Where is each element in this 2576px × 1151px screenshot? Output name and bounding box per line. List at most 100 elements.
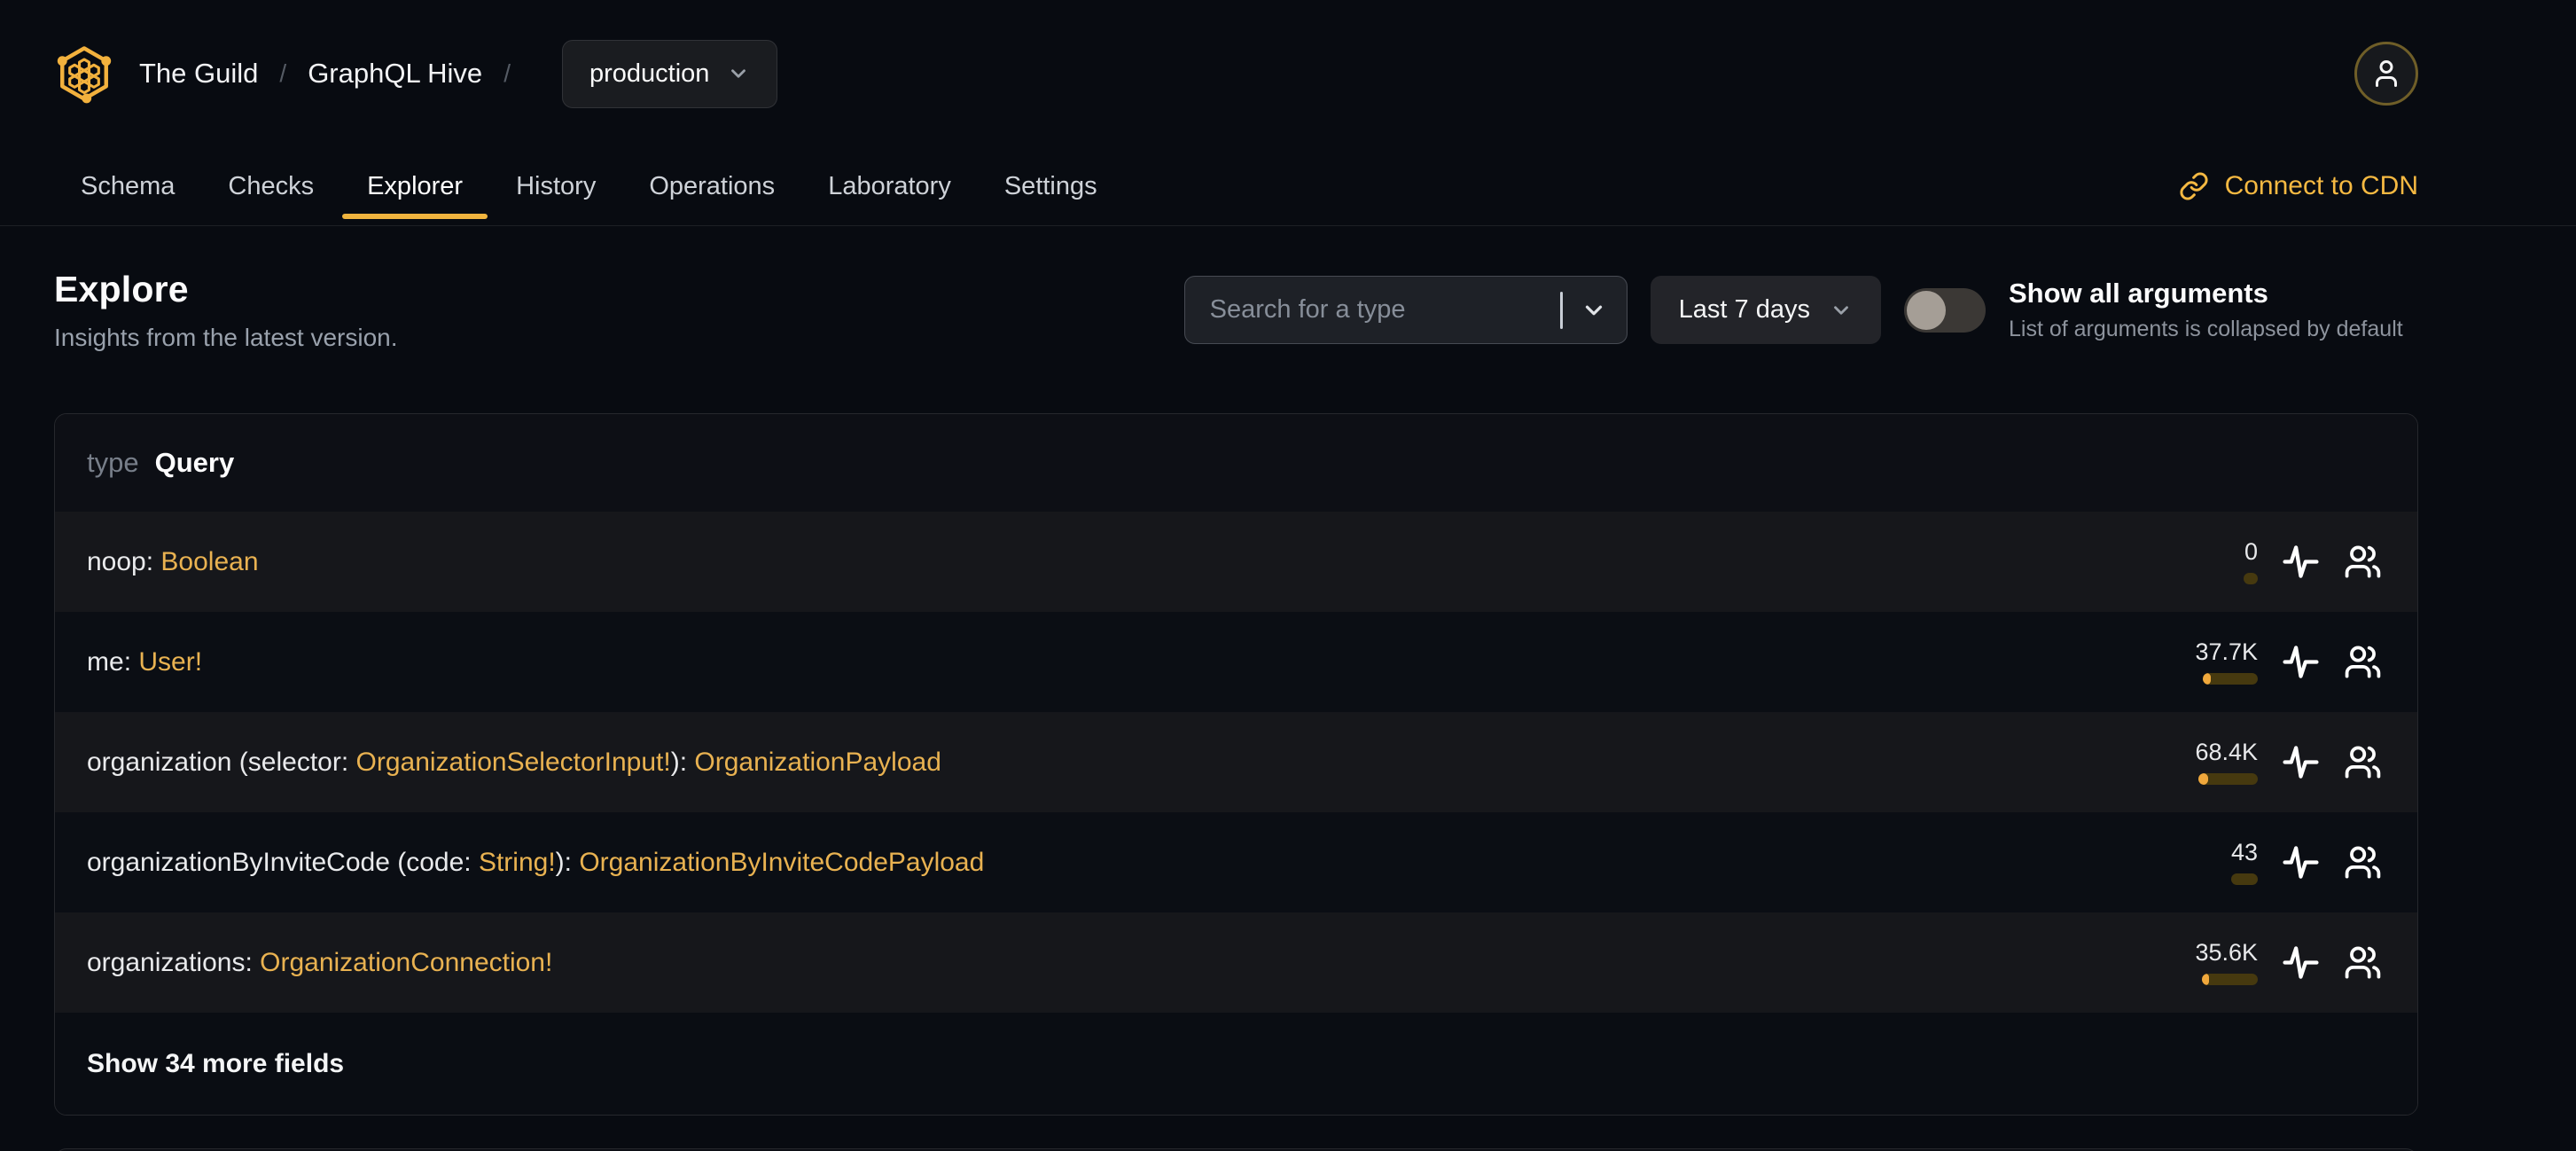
toggle-knob — [1907, 290, 1946, 330]
usage-bar — [2198, 772, 2258, 785]
tabs: Schema Checks Explorer History Operations Lab… — [54, 147, 1124, 225]
usage-bar — [2202, 973, 2258, 985]
users-icon[interactable] — [2344, 543, 2382, 581]
field-row-noop[interactable]: noop: Boolean 0 — [55, 512, 2417, 612]
argument-type: OrganizationSelectorInput! — [355, 747, 671, 777]
type-name: Query — [154, 447, 235, 478]
top-bar: The Guild / GraphQL Hive / production — [0, 0, 2576, 147]
tab-checks[interactable]: Checks — [201, 147, 340, 225]
show-more-fields-label: Show 34 more fields — [87, 1048, 345, 1078]
type-search-combobox[interactable]: Search for a type — [1183, 276, 1628, 344]
user-menu-button[interactable] — [2354, 42, 2418, 106]
usage-bar — [2203, 672, 2258, 685]
field-stats: 37.7K — [2182, 638, 2382, 685]
field-usage: 35.6K — [2182, 938, 2258, 985]
field-return-type: OrganizationConnection! — [260, 947, 553, 977]
field-hit-count: 0 — [2244, 537, 2258, 565]
type-card-query: type Query noop: Boolean 0 me: User! 37.7K o… — [54, 413, 2418, 1116]
tab-bar: Schema Checks Explorer History Operations Lab… — [0, 147, 2576, 226]
activity-icon[interactable] — [2282, 643, 2320, 681]
page-subtitle: Insights from the latest version. — [54, 324, 398, 351]
user-icon — [2370, 58, 2402, 90]
users-icon[interactable] — [2344, 944, 2382, 982]
field-row-organization[interactable]: organization (selector: OrganizationSele… — [55, 712, 2417, 812]
field-signature: noop: Boolean — [87, 546, 259, 576]
hive-logo-icon — [54, 43, 114, 104]
page-title: Explore — [54, 269, 189, 309]
field-return-type: OrganizationPayload — [694, 747, 941, 777]
usage-bar — [2231, 873, 2258, 885]
activity-icon[interactable] — [2282, 843, 2320, 881]
target-selector-value: production — [589, 59, 710, 88]
field-stats: 43 — [2182, 838, 2382, 885]
toggle-label-block: Show all arguments List of arguments is … — [2009, 278, 2418, 342]
field-name: organizations — [87, 947, 246, 977]
show-more-fields-button[interactable]: Show 34 more fields — [55, 1013, 2417, 1115]
activity-icon[interactable] — [2282, 543, 2320, 581]
period-select-value: Last 7 days — [1678, 295, 1810, 324]
users-icon[interactable] — [2344, 643, 2382, 681]
tab-settings[interactable]: Settings — [978, 147, 1124, 225]
field-return-type: Boolean — [160, 546, 259, 576]
usage-bar-fill — [2198, 772, 2208, 785]
connect-to-cdn-label: Connect to CDN — [2224, 171, 2418, 200]
users-icon[interactable] — [2344, 843, 2382, 881]
tab-operations[interactable]: Operations — [622, 147, 801, 225]
field-row-me[interactable]: me: User! 37.7K — [55, 612, 2417, 712]
field-usage: 43 — [2182, 838, 2258, 885]
field-stats: 68.4K — [2182, 740, 2382, 785]
chevron-down-icon — [1830, 299, 1853, 322]
users-icon[interactable] — [2344, 743, 2382, 781]
activity-icon[interactable] — [2282, 944, 2320, 982]
toggle-label: Show all arguments — [2009, 278, 2268, 309]
field-rows: noop: Boolean 0 me: User! 37.7K organization… — [55, 512, 2417, 1013]
argument-type: String! — [478, 847, 556, 877]
usage-bar-fill — [2202, 973, 2209, 985]
page-title-block: Explore Insights from the latest version… — [54, 269, 398, 352]
chevron-down-icon — [727, 62, 750, 85]
field-signature: organization (selector: OrganizationSele… — [87, 747, 941, 777]
tab-laboratory[interactable]: Laboratory — [801, 147, 978, 225]
field-hit-count: 43 — [2230, 838, 2258, 865]
breadcrumb-separator: / — [279, 59, 287, 87]
show-all-arguments-toggle[interactable] — [1904, 287, 1986, 333]
toggle-description: List of arguments is collapsed by defaul… — [2009, 317, 2403, 341]
chevron-down-icon[interactable] — [1581, 297, 1607, 324]
breadcrumb-organization[interactable]: The Guild — [139, 58, 258, 90]
link-icon — [2179, 171, 2209, 201]
explorer-page: Explore Insights from the latest version… — [0, 269, 2576, 1151]
field-signature: organizationByInviteCode (code: String!)… — [87, 847, 985, 877]
field-hit-count: 35.6K — [2195, 938, 2258, 966]
field-usage: 68.4K — [2182, 740, 2258, 785]
field-hit-count: 68.4K — [2195, 738, 2258, 765]
field-row-organizations[interactable]: organizations: OrganizationConnection! 35… — [55, 912, 2417, 1013]
breadcrumb-separator: / — [503, 59, 511, 87]
period-select-dropdown[interactable]: Last 7 days — [1650, 276, 1881, 344]
page-controls: Search for a type Last 7 days Show all a… — [1183, 276, 2418, 344]
tab-explorer[interactable]: Explorer — [340, 147, 489, 225]
connect-to-cdn-link[interactable]: Connect to CDN — [2179, 147, 2418, 225]
usage-bar-fill — [2203, 672, 2211, 685]
field-usage: 0 — [2182, 537, 2258, 584]
activity-icon[interactable] — [2282, 743, 2320, 781]
field-hit-count: 37.7K — [2195, 638, 2258, 665]
tab-history[interactable]: History — [489, 147, 622, 225]
field-row-organizationByInviteCode[interactable]: organizationByInviteCode (code: String!)… — [55, 812, 2417, 912]
field-name: organizationByInviteCode — [87, 847, 390, 877]
app-root: The Guild / GraphQL Hive / production Sc… — [0, 0, 2576, 1151]
field-stats: 0 — [2182, 537, 2382, 584]
type-search-placeholder: Search for a type — [1209, 295, 1406, 324]
type-card-header: type Query — [55, 414, 2417, 512]
field-return-type: OrganizationByInviteCodePayload — [579, 847, 985, 877]
field-signature: organizations: OrganizationConnection! — [87, 947, 553, 977]
tab-schema[interactable]: Schema — [54, 147, 201, 225]
field-usage: 37.7K — [2182, 638, 2258, 685]
combobox-divider — [1559, 291, 1563, 329]
breadcrumb-project[interactable]: GraphQL Hive — [308, 58, 482, 90]
target-selector-dropdown[interactable]: production — [561, 39, 778, 108]
field-name: noop — [87, 546, 146, 576]
page-header: Explore Insights from the latest version… — [54, 269, 2418, 352]
field-name: me — [87, 646, 124, 677]
type-keyword: type — [87, 447, 139, 478]
usage-bar — [2244, 572, 2258, 584]
